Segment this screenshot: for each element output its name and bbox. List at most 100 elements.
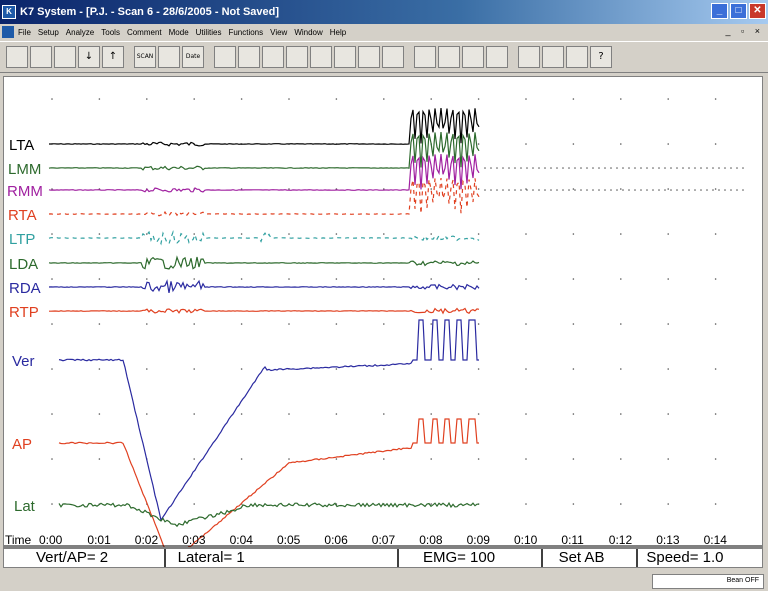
grid-dot <box>667 98 669 100</box>
grid-dot <box>335 98 338 100</box>
trace-guide-dot <box>652 189 654 191</box>
trace-label-ap: AP <box>12 436 32 453</box>
chart-one-icon[interactable] <box>286 46 308 68</box>
save-icon[interactable] <box>54 46 76 68</box>
scan-icon[interactable]: SCAN <box>134 46 156 68</box>
grid-dot <box>98 278 101 280</box>
trace-guide-dot <box>532 189 534 191</box>
menu-setup[interactable]: Setup <box>38 28 59 37</box>
grid-dot <box>525 413 527 415</box>
report-icon[interactable] <box>382 46 404 68</box>
grid-dot <box>335 233 338 235</box>
print-icon[interactable] <box>486 46 508 68</box>
time-tick-label: 0:09 <box>467 533 491 547</box>
signal-plot[interactable]: LTA LMM RMM RTA LTP LDA RDA RTP Ver AP Lat Time 0:00… <box>3 76 763 563</box>
grid-dot <box>430 233 433 235</box>
grid-dot <box>383 233 385 235</box>
trace-guide-dot <box>742 189 744 191</box>
speed-indicator: Speed= 1.0 <box>646 549 724 566</box>
grid-dot <box>51 368 53 370</box>
trace-guide-dot <box>712 167 714 169</box>
grid-dot <box>667 503 669 505</box>
time-tick-label: 0:04 <box>230 533 254 547</box>
trace-guide-dot <box>520 189 522 191</box>
layout-two-icon[interactable] <box>542 46 564 68</box>
delete-icon[interactable] <box>158 46 180 68</box>
grid-dot <box>525 503 527 505</box>
trace-guide-dot <box>652 167 654 169</box>
time-tick-label: 0:02 <box>135 533 159 547</box>
grid-dot <box>288 233 290 235</box>
grid-dot <box>288 278 290 280</box>
camera-icon[interactable] <box>358 46 380 68</box>
trace-guide-dot <box>514 189 516 191</box>
toolbar: ↓ ↑ SCAN Date ? <box>0 41 768 73</box>
grid-dot <box>383 278 385 280</box>
grid-dot <box>193 503 195 505</box>
grid-dot <box>146 368 148 370</box>
menu-mode[interactable]: Mode <box>169 28 189 37</box>
layout-one-icon[interactable] <box>518 46 540 68</box>
minimize-button[interactable]: _ <box>711 3 728 19</box>
trace-guide-dot <box>586 167 588 169</box>
layout-three-icon[interactable] <box>566 46 588 68</box>
time-tick-label: 0:10 <box>514 533 538 547</box>
trace-label-rtp: RTP <box>9 304 39 321</box>
grid-dot <box>193 233 195 235</box>
title-bar[interactable]: K K7 System - [P.J. - Scan 6 - 28/6/2005… <box>0 0 768 24</box>
grid-dot <box>667 278 669 280</box>
trace-guide-dot <box>730 189 732 191</box>
up-arrow-icon[interactable]: ↑ <box>102 46 124 68</box>
trace-guide-dot <box>664 189 666 191</box>
view-one-icon[interactable] <box>214 46 236 68</box>
emg-scale: EMG= 100 <box>399 549 543 567</box>
calendar-icon[interactable]: Date <box>182 46 204 68</box>
trace-guide-dot <box>562 167 564 169</box>
grid-dot <box>193 458 195 460</box>
trace-guide-dot <box>646 167 648 169</box>
floppy-three-icon[interactable] <box>462 46 484 68</box>
menu-help[interactable]: Help <box>330 28 346 37</box>
grid-dot <box>383 98 385 100</box>
trace-guide-dot <box>550 189 552 191</box>
lateral-scale: Lateral= 1 <box>166 549 399 567</box>
menu-comment[interactable]: Comment <box>127 28 162 37</box>
grid-dot <box>572 368 575 370</box>
grid-dot <box>240 368 243 370</box>
mdi-controls[interactable]: _ ▫ × <box>726 26 764 36</box>
floppy-two-icon[interactable] <box>438 46 460 68</box>
open-folder-icon[interactable] <box>30 46 52 68</box>
menu-window[interactable]: Window <box>294 28 322 37</box>
down-arrow-icon[interactable]: ↓ <box>78 46 100 68</box>
trace-guide-dot <box>736 167 738 169</box>
chart-two-icon[interactable] <box>310 46 332 68</box>
grid-dot <box>240 278 243 280</box>
menu-functions[interactable]: Functions <box>228 28 263 37</box>
trace-guide-dot <box>706 167 708 169</box>
menu-tools[interactable]: Tools <box>101 28 120 37</box>
close-button[interactable]: ✕ <box>749 3 766 19</box>
edit-pencil-icon[interactable] <box>262 46 284 68</box>
grid-dot <box>51 413 53 415</box>
trace-guide-dot <box>484 167 486 169</box>
menu-file[interactable]: File <box>18 28 31 37</box>
menu-analyze[interactable]: Analyze <box>66 28 94 37</box>
help-icon[interactable]: ? <box>590 46 612 68</box>
trace-label-lat: Lat <box>14 498 36 515</box>
trace-guide-dot <box>514 167 516 169</box>
grid-dot <box>335 413 338 415</box>
trace-guide-dot <box>724 189 726 191</box>
time-axis-label: Time <box>5 533 32 547</box>
floppy-one-icon[interactable] <box>414 46 436 68</box>
trace-guide-dot <box>718 189 720 191</box>
menu-utilities[interactable]: Utilities <box>196 28 222 37</box>
grid-dot <box>714 323 717 325</box>
maximize-button[interactable]: □ <box>730 3 747 19</box>
grid-dot <box>477 188 480 190</box>
grid-dot <box>98 368 101 370</box>
chart-three-icon[interactable] <box>334 46 356 68</box>
menu-view[interactable]: View <box>270 28 287 37</box>
view-two-icon[interactable] <box>238 46 260 68</box>
grid-dot <box>667 188 669 190</box>
new-file-icon[interactable] <box>6 46 28 68</box>
